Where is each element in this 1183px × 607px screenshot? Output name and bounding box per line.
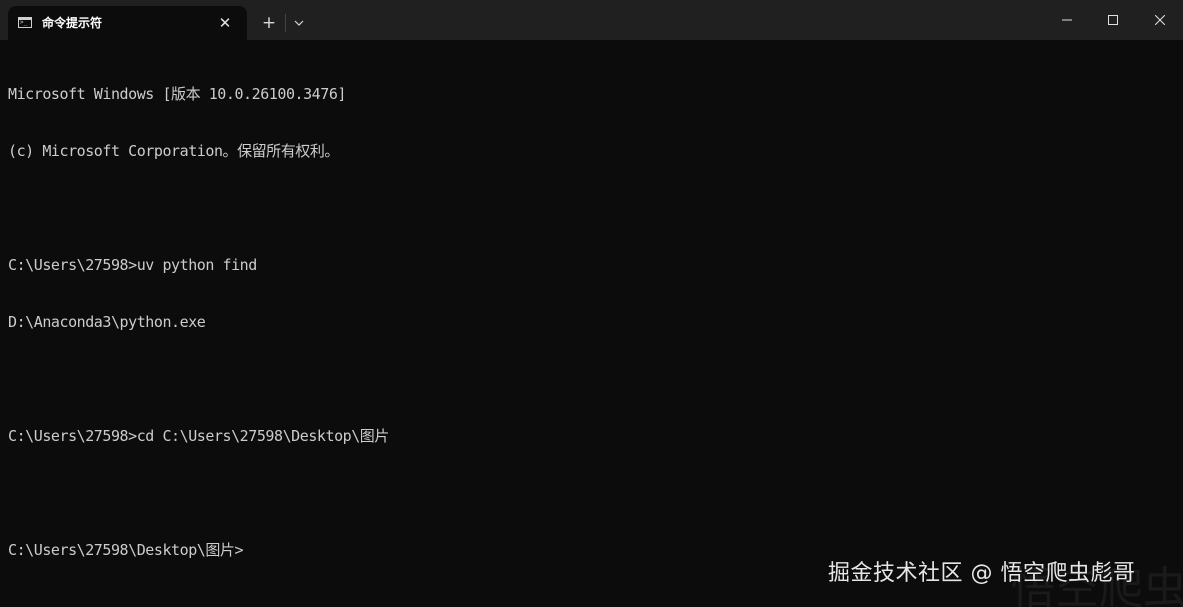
watermark: 掘金技术社区 @ 悟空爬虫彪哥 — [828, 561, 1136, 586]
tab-title: 命令提示符 — [42, 16, 103, 30]
new-tab-button[interactable]: + — [256, 10, 282, 36]
terminal-prompt-line: C:\Users\27598\Desktop\图片> — [8, 541, 244, 559]
titlebar-divider — [285, 14, 286, 32]
maximize-button[interactable] — [1090, 0, 1136, 40]
terminal-line: Microsoft Windows [版本 10.0.26100.3476] — [8, 85, 347, 103]
chevron-down-icon — [294, 20, 304, 26]
terminal-line: C:\Users\27598>cd C:\Users\27598\Desktop… — [8, 427, 389, 445]
terminal-line: D:\Anaconda3\python.exe — [8, 313, 206, 331]
maximize-icon — [1108, 15, 1118, 25]
terminal-window: 命令提示符 ✕ + Microsoft Window — [0, 0, 1183, 607]
title-bar: 命令提示符 ✕ + — [0, 0, 1183, 40]
terminal-line: (c) Microsoft Corporation。保留所有权利。 — [8, 142, 339, 160]
close-icon — [1155, 15, 1165, 25]
terminal-line: C:\Users\27598>uv python find — [8, 256, 257, 274]
minimize-button[interactable] — [1044, 0, 1090, 40]
tab-close-button[interactable]: ✕ — [214, 12, 236, 34]
terminal-icon — [18, 17, 32, 28]
minimize-icon — [1062, 19, 1072, 21]
tab-command-prompt[interactable]: 命令提示符 ✕ — [8, 6, 247, 40]
terminal-output[interactable]: Microsoft Windows [版本 10.0.26100.3476] (… — [8, 47, 1168, 598]
close-window-button[interactable] — [1137, 0, 1183, 40]
tab-dropdown-button[interactable] — [288, 10, 310, 36]
